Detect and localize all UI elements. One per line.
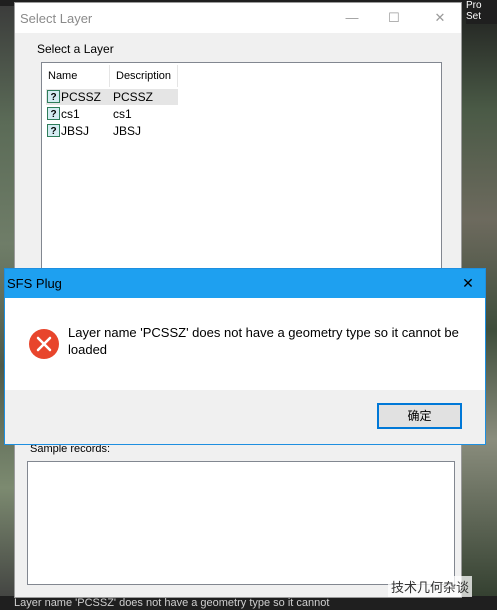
layer-name: cs1 <box>61 107 80 121</box>
status-text: Layer name 'PCSSZ' does not have a geome… <box>14 597 330 609</box>
background-menu-item: Pro Set <box>466 0 497 24</box>
dialog-titlebar: SFS Plug ✕ <box>5 269 485 298</box>
error-dialog: SFS Plug ✕ Layer name 'PCSSZ' does not h… <box>4 268 486 445</box>
unknown-geometry-icon: ? <box>47 124 60 137</box>
group-label: Select a Layer <box>37 42 114 56</box>
sample-records-box[interactable] <box>27 461 455 585</box>
error-icon <box>29 329 59 359</box>
unknown-geometry-icon: ? <box>47 107 60 120</box>
column-header-name[interactable]: Name <box>42 65 110 87</box>
layer-name: PCSSZ <box>61 90 102 104</box>
dialog-close-button[interactable]: ✕ <box>459 274 477 292</box>
dialog-title: SFS Plug <box>7 276 62 291</box>
background-status-text: Layer name 'PCSSZ' does not have a geome… <box>0 596 497 610</box>
column-header-description[interactable]: Description <box>110 65 178 87</box>
menu-line-2: Set <box>466 11 482 22</box>
list-item[interactable]: ? cs1 cs1 <box>46 106 178 122</box>
menu-line-1: Pro <box>466 0 482 11</box>
layer-description: JBSJ <box>113 124 142 138</box>
close-button[interactable]: ✕ <box>426 8 454 28</box>
unknown-geometry-icon: ? <box>47 90 60 103</box>
window-title: Select Layer <box>20 11 93 26</box>
minimize-button[interactable]: — <box>338 8 366 28</box>
list-item[interactable]: ? JBSJ JBSJ <box>46 123 178 139</box>
maximize-button[interactable]: ☐ <box>380 8 408 28</box>
watermark: 技术几何杂谈 <box>388 576 473 597</box>
error-message: Layer name 'PCSSZ' does not have a geome… <box>68 325 459 357</box>
list-item[interactable]: ? PCSSZ PCSSZ <box>46 89 178 105</box>
dialog-body: Layer name 'PCSSZ' does not have a geome… <box>5 298 485 390</box>
ok-button[interactable]: 确定 <box>377 403 462 429</box>
layer-name: JBSJ <box>61 124 90 138</box>
layer-list[interactable]: Name Description ? PCSSZ PCSSZ ? cs1 cs1… <box>41 62 442 276</box>
layer-description: cs1 <box>113 107 132 121</box>
layer-description: PCSSZ <box>113 90 154 104</box>
window-titlebar: Select Layer — ☐ ✕ <box>15 3 461 33</box>
